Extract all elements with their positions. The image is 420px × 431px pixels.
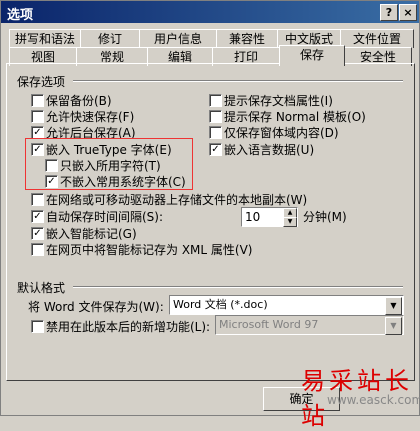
title-bar: 选项 ? × — [1, 1, 419, 23]
autosave-checkbox[interactable]: ✓ — [31, 210, 44, 223]
embed-used-chars-label: 只嵌入所用字符(T) — [60, 159, 161, 173]
autosave-interval-input[interactable]: 10 ▲ ▼ — [241, 207, 298, 227]
autosave-unit-label: 分钟(M) — [303, 210, 347, 224]
tab-file-locations[interactable]: 文件位置 — [340, 29, 414, 48]
network-local-copy-label: 在网络或可移动驱动器上存储文件的本地副本(W) — [46, 193, 308, 207]
disable-features-value: Microsoft Word 97 — [219, 318, 319, 331]
embed-truetype-checkbox[interactable]: ✓ — [31, 143, 44, 156]
save-options-heading: 保存选项 — [17, 75, 66, 89]
embed-truetype-label: 嵌入 TrueType 字体(E) — [46, 143, 172, 157]
tab-spelling-grammar[interactable]: 拼写和语法 — [9, 29, 81, 48]
save-as-dropdown[interactable]: Word 文档 (*.doc) ▼ — [169, 295, 404, 315]
spin-down-icon[interactable]: ▼ — [283, 217, 297, 227]
smart-tags-checkbox[interactable]: ✓ — [31, 227, 44, 240]
no-common-fonts-checkbox[interactable]: ✓ — [45, 175, 58, 188]
network-local-copy-checkbox[interactable] — [31, 193, 44, 206]
options-dialog: 选项 ? × 拼写和语法 修订 用户信息 兼容性 中文版式 文件位置 视图 常规… — [0, 0, 420, 430]
embed-language-data-checkbox[interactable]: ✓ — [209, 143, 222, 156]
embed-used-chars-checkbox[interactable] — [45, 159, 58, 172]
autosave-interval-value: 10 — [245, 210, 261, 224]
divider — [73, 80, 403, 82]
divider — [73, 286, 403, 288]
prompt-normal-template-checkbox[interactable] — [209, 110, 222, 123]
fast-save-label: 允许快速保存(F) — [46, 110, 135, 124]
tab-user-info[interactable]: 用户信息 — [139, 29, 217, 48]
fast-save-checkbox[interactable] — [31, 110, 44, 123]
keep-backup-checkbox[interactable] — [31, 94, 44, 107]
disable-features-checkbox[interactable] — [31, 320, 44, 333]
tab-save[interactable]: 保存 — [279, 45, 345, 66]
chevron-down-icon[interactable]: ▼ — [385, 317, 402, 335]
autosave-label: 自动保存时间间隔(S): — [46, 210, 164, 224]
smart-tags-label: 嵌入智能标记(G) — [46, 227, 137, 241]
form-data-only-checkbox[interactable] — [209, 126, 222, 139]
xml-smart-tags-checkbox[interactable] — [31, 243, 44, 256]
tab-track-changes[interactable]: 修订 — [80, 29, 140, 48]
help-button[interactable]: ? — [380, 4, 398, 21]
no-common-fonts-label: 不嵌入常用系统字体(C) — [60, 175, 186, 189]
form-data-only-label: 仅保存窗体域内容(D) — [224, 126, 339, 140]
disable-features-label: 禁用在此版本后的新增功能(L): — [46, 320, 211, 334]
window-title: 选项 — [7, 8, 34, 23]
prompt-doc-properties-checkbox[interactable] — [209, 94, 222, 107]
close-button[interactable]: × — [399, 4, 417, 21]
keep-backup-label: 保留备份(B) — [46, 94, 112, 108]
xml-smart-tags-label: 在网页中将智能标记存为 XML 属性(V) — [46, 243, 253, 257]
default-format-heading: 默认格式 — [17, 281, 66, 295]
chevron-down-icon[interactable]: ▼ — [385, 297, 402, 315]
save-as-value: Word 文档 (*.doc) — [173, 298, 268, 311]
embed-language-data-label: 嵌入语言数据(U) — [224, 143, 315, 157]
prompt-normal-template-label: 提示保存 Normal 模板(O) — [224, 110, 366, 124]
prompt-doc-properties-label: 提示保存文档属性(I) — [224, 94, 333, 108]
tab-compatibility[interactable]: 兼容性 — [216, 29, 278, 48]
save-as-label: 将 Word 文件保存为(W): — [28, 300, 164, 314]
watermark-url: www.easck.com — [327, 393, 420, 407]
disable-features-dropdown[interactable]: Microsoft Word 97 ▼ — [215, 315, 404, 335]
